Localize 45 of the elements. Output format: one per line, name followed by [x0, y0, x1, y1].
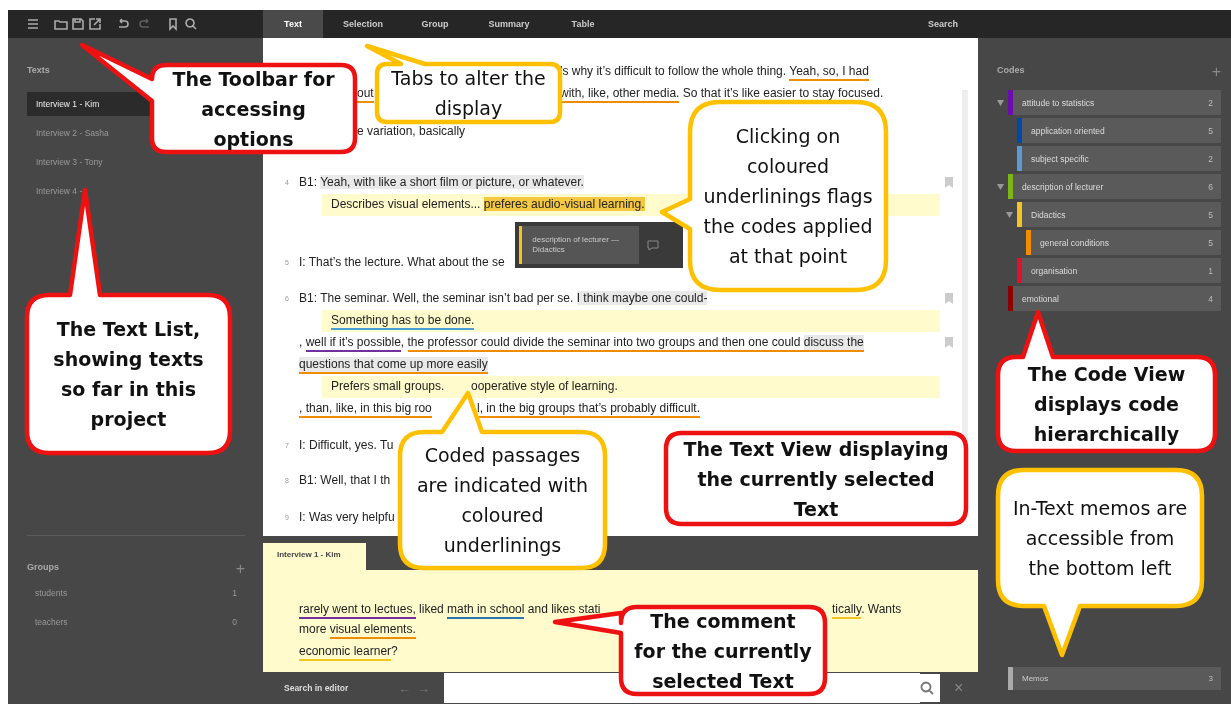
callout-tooltip: The Text View displaying the currently selected Text	[663, 430, 969, 527]
transcript-text: ,	[400, 335, 406, 349]
search-label: Search in editor	[284, 683, 350, 693]
panel-title: Texts	[27, 65, 50, 77]
code-count: 5	[1208, 209, 1213, 220]
code-count: 6	[1208, 181, 1213, 192]
code-count: 2	[1208, 153, 1213, 164]
code-count: 5	[1208, 125, 1213, 136]
comment-text: ?	[391, 644, 398, 658]
callout-tooltip: In-Text memos are accessible from the bottom left	[995, 467, 1205, 658]
transcript-text: B1: Well, that I th	[299, 473, 391, 487]
memo-text: Describes visual elements...	[331, 197, 482, 211]
highlighted-passage: I think maybe one could-	[576, 291, 708, 305]
transcript-text: So that it’s like easier to stay focused.	[681, 86, 884, 100]
panel-title: Codes	[997, 65, 1025, 77]
memo-text: Prefers small groups.	[331, 379, 445, 393]
memo-text: ooperative style of learning.	[471, 379, 618, 393]
code-count: 5	[1208, 237, 1213, 248]
highlighted-passage: preferes audio-visual learning.	[483, 197, 645, 211]
code-label: description of lecturer	[1022, 181, 1104, 192]
code-count: 4	[1208, 293, 1213, 304]
code-label: description of lecturer — Didactics	[532, 235, 620, 255]
transcript-text: e variation, basically	[357, 124, 466, 138]
code-label: attitude to statistics	[1022, 97, 1095, 108]
comment-text: . Wants	[861, 602, 902, 616]
code-label: organisation	[1031, 265, 1078, 276]
code-label: emotional	[1022, 293, 1059, 304]
transcript-text: I: Was very helpfu	[299, 510, 395, 524]
code-label: application oriented	[1031, 125, 1105, 136]
transcript-text: B1: The seminar. Well, the seminar isn’t bad per se.	[299, 291, 575, 305]
code-label: subject specific	[1031, 153, 1089, 164]
panel-title: Groups	[27, 562, 59, 574]
highlighted-passage: Yeah, with like a short film or picture, or whatever.	[320, 175, 584, 189]
callout-tooltip: The Code View displays code hierarchically	[995, 309, 1218, 454]
comment-text: and likes stati	[526, 602, 601, 616]
comment-text: more	[299, 622, 328, 636]
code-count: 2	[1208, 97, 1213, 108]
code-count: 1	[1208, 265, 1213, 276]
code-label: general conditions	[1040, 237, 1109, 248]
transcript-text: I: Difficult, yes. Tu	[299, 438, 394, 452]
comment-text: liked	[418, 602, 445, 616]
transcript-text: I: That’s the lecture. What about the se	[299, 255, 505, 269]
transcript-text: B1:	[299, 175, 318, 189]
code-label: Didactics	[1031, 209, 1066, 220]
transcript-text: ,	[299, 335, 304, 349]
